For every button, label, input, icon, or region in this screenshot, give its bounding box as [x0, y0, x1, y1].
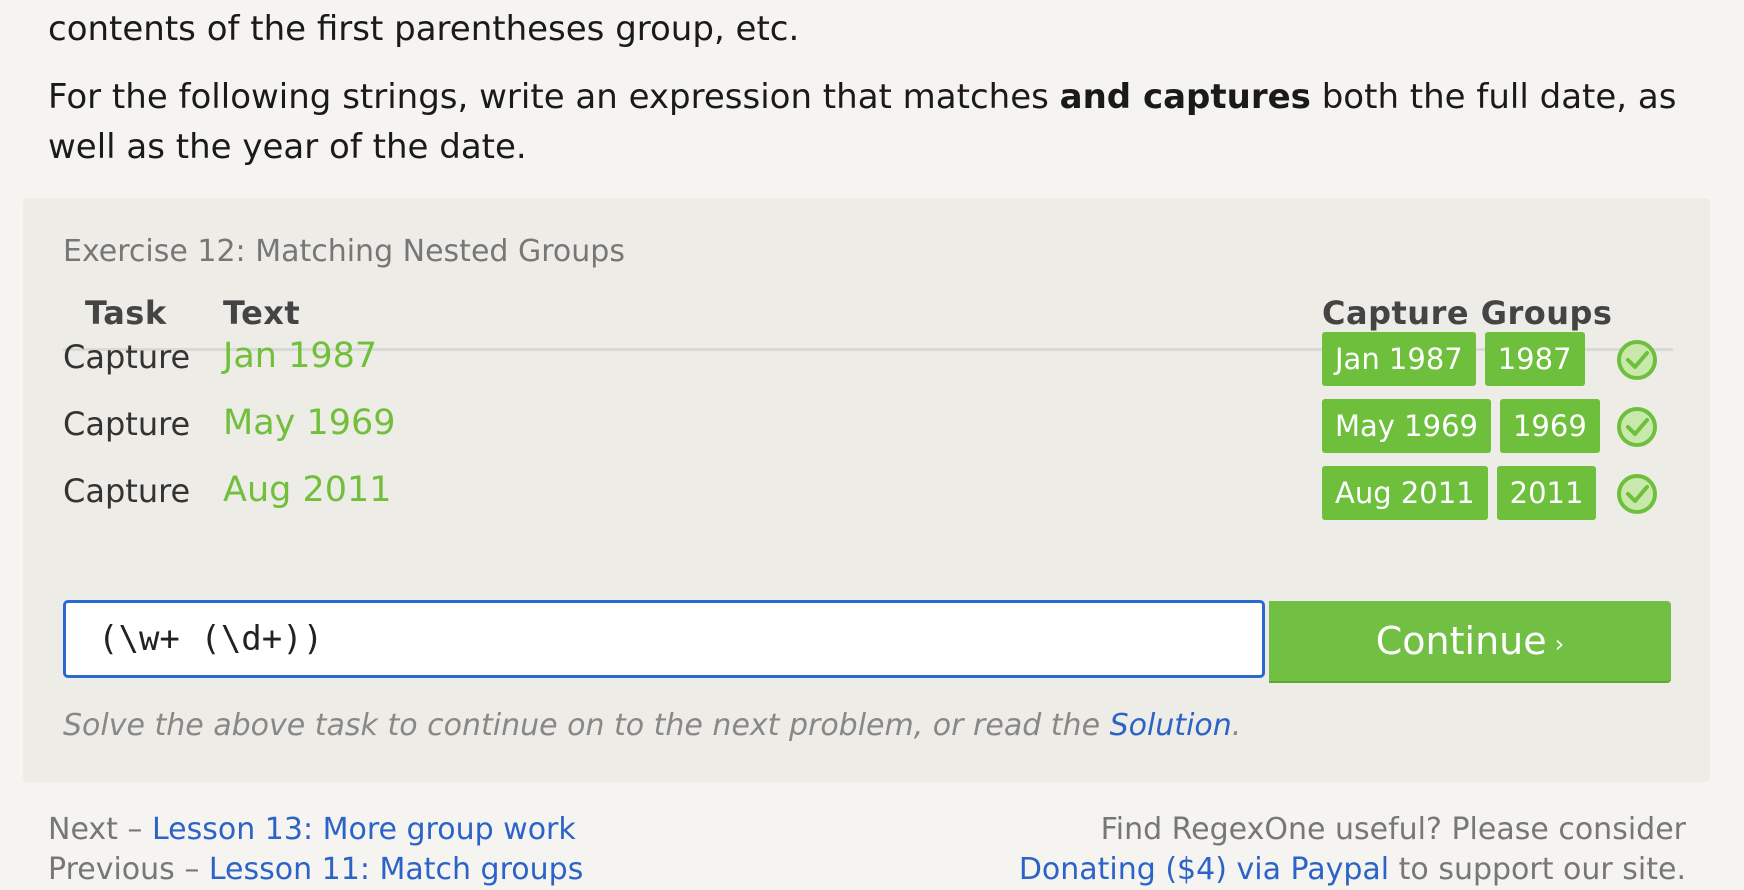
table-row: Capture May 1969 May 1969 1969	[63, 399, 1673, 459]
exercise-panel: Exercise 12: Matching Nested Groups Task…	[23, 198, 1710, 782]
hint-period: .	[1231, 708, 1242, 743]
header-text: Text	[223, 294, 301, 332]
table-row: Capture Aug 2011 Aug 2011 2011	[63, 466, 1673, 526]
next-lesson-link[interactable]: Lesson 13: More group work	[152, 812, 576, 847]
intro-instructions: For the following strings, write an expr…	[48, 72, 1688, 172]
capture-group-pill: 1969	[1499, 399, 1600, 453]
row-text: Aug 2011	[223, 470, 392, 510]
donation-note: Find RegexOne useful? Please consider Do…	[1019, 810, 1686, 890]
previous-prefix: Previous –	[48, 852, 209, 887]
donation-suffix: to support our site.	[1389, 852, 1686, 887]
donate-link[interactable]: Donating ($4) via Paypal	[1019, 852, 1389, 887]
solution-link[interactable]: Solution	[1110, 708, 1232, 743]
continue-label: Continue	[1375, 619, 1547, 663]
next-prefix: Next –	[48, 812, 152, 847]
previous-lesson-link[interactable]: Lesson 11: Match groups	[209, 852, 583, 887]
chevron-right-icon: ›	[1554, 629, 1565, 658]
header-task: Task	[85, 294, 167, 332]
continue-button[interactable]: Continue ›	[1269, 601, 1671, 681]
header-capture-groups: Capture Groups	[1322, 294, 1613, 332]
capture-group-pill: Aug 2011	[1322, 466, 1488, 520]
exercise-title: Exercise 12: Matching Nested Groups	[63, 234, 625, 269]
capture-groups: Aug 2011 2011	[1322, 466, 1597, 520]
row-task: Capture	[63, 472, 191, 510]
intro-text-a: For the following strings, write an expr…	[48, 77, 1060, 117]
capture-group-pill: 1987	[1484, 332, 1585, 386]
row-text: Jan 1987	[223, 336, 378, 376]
capture-groups: Jan 1987 1987	[1322, 332, 1585, 386]
hint-text: Solve the above task to continue on to t…	[63, 708, 1110, 743]
row-text: May 1969	[223, 403, 396, 443]
row-task: Capture	[63, 338, 191, 376]
capture-groups: May 1969 1969	[1322, 399, 1600, 453]
check-icon	[1617, 474, 1657, 514]
check-icon	[1617, 340, 1657, 380]
intro-bold: and captures	[1059, 77, 1311, 117]
capture-group-pill: May 1969	[1322, 399, 1491, 453]
solution-hint: Solve the above task to continue on to t…	[63, 708, 1241, 743]
capture-group-pill: Jan 1987	[1322, 332, 1476, 386]
lesson-nav: Next – Lesson 13: More group work Previo…	[48, 810, 583, 890]
capture-group-pill: 2011	[1496, 466, 1597, 520]
donation-text: Find RegexOne useful? Please consider	[1100, 812, 1686, 847]
row-task: Capture	[63, 405, 191, 443]
check-icon	[1617, 407, 1657, 447]
intro-line: contents of the first parentheses group,…	[48, 9, 800, 49]
regex-answer-input[interactable]	[63, 600, 1265, 678]
next-lesson: Next – Lesson 13: More group work	[48, 810, 583, 850]
previous-lesson: Previous – Lesson 11: Match groups	[48, 850, 583, 890]
donation-line: Donating ($4) via Paypal to support our …	[1019, 850, 1686, 890]
table-row: Capture Jan 1987 Jan 1987 1987	[63, 332, 1673, 392]
